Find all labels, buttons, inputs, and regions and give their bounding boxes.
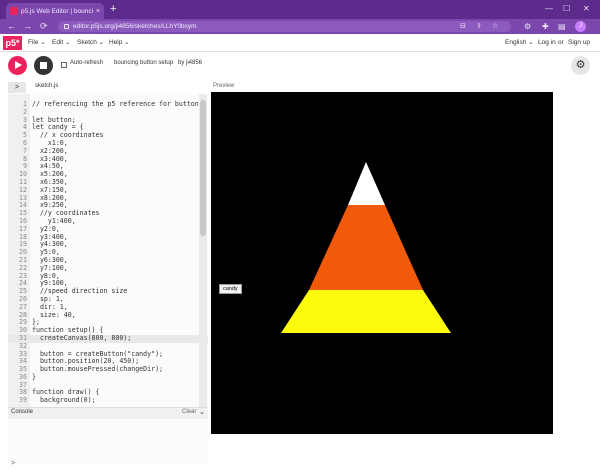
address-bar[interactable]: editor.p5js.org/ji4856/sketches/LLhY0bsy… — [58, 21, 511, 32]
sketch-canvas[interactable] — [211, 92, 553, 434]
lock-icon — [64, 24, 69, 29]
code-text[interactable]: background(0); — [32, 396, 96, 405]
install-icon[interactable]: ⊟ — [460, 21, 466, 32]
bookmark-star-icon[interactable]: ☆ — [492, 21, 498, 32]
auto-refresh-checkbox[interactable] — [61, 62, 67, 68]
menu-edit[interactable]: Edit ⌄ — [52, 34, 70, 52]
console-output — [8, 419, 208, 463]
close-window-icon[interactable]: ✕ — [583, 3, 590, 15]
code-text[interactable]: button.mousePressed(changeDir); — [32, 365, 163, 374]
console-label: Console — [11, 409, 34, 415]
profile-avatar[interactable]: J — [575, 21, 586, 32]
forward-icon[interactable]: → — [23, 19, 32, 34]
code-line[interactable]: 31 createCanvas(800, 800); — [8, 334, 208, 343]
back-icon[interactable]: ← — [7, 19, 16, 34]
reload-icon[interactable]: ⟳ — [40, 19, 48, 34]
code-text[interactable]: createCanvas(800, 800); — [32, 334, 131, 343]
menu-help[interactable]: Help ⌄ — [109, 34, 130, 52]
language-select[interactable]: English ⌄ — [505, 34, 534, 52]
browser-toolbar: ← → ⟳ editor.p5js.org/ji4856/sketches/LL… — [0, 19, 600, 34]
reading-list-icon[interactable]: ▤ — [558, 19, 566, 34]
preview-label: Preview — [213, 83, 235, 89]
extension-icon[interactable]: ⚙ — [524, 19, 531, 34]
console-clear-button[interactable]: Clear — [182, 409, 196, 415]
code-editor[interactable]: 1// referencing the p5 reference for but… — [8, 94, 208, 407]
menu-sketch[interactable]: Sketch ⌄ — [77, 34, 104, 52]
code-text[interactable]: } — [32, 373, 36, 382]
code-line[interactable]: 36} — [8, 373, 208, 382]
minimize-icon[interactable]: — — [545, 3, 553, 15]
console-collapse-icon[interactable]: ⌄ — [199, 408, 205, 416]
settings-gear-icon[interactable]: ⚙ — [571, 56, 590, 75]
candy-white-tip — [348, 162, 385, 205]
puzzle-icon[interactable]: ✚ — [542, 19, 549, 34]
console-header — [8, 407, 208, 419]
p5-logo[interactable]: p5* — [3, 36, 22, 50]
tab-title: p5.js Web Editor | bouncing butt — [21, 7, 93, 15]
sketch-name[interactable]: bouncing button setup — [114, 60, 173, 66]
new-tab-button[interactable]: + — [110, 3, 116, 16]
sketch-author[interactable]: by ji4856 — [178, 60, 202, 66]
code-line[interactable]: 35 button.mousePressed(changeDir); — [8, 365, 208, 374]
expand-sidebar-button[interactable]: > — [8, 82, 26, 93]
tab-close-icon[interactable]: × — [96, 8, 100, 15]
or-text: or — [558, 39, 564, 46]
maximize-icon[interactable]: ☐ — [563, 3, 570, 15]
stop-button[interactable] — [34, 56, 53, 75]
sketch-toolbar — [0, 52, 600, 80]
file-tab[interactable]: sketch.js — [35, 83, 58, 89]
share-icon[interactable]: ⇪ — [476, 21, 482, 32]
code-line[interactable]: 1// referencing the p5 reference for but… — [8, 100, 208, 109]
menu-file[interactable]: File ⌄ — [28, 34, 46, 52]
line-number: 39 — [19, 396, 27, 405]
editor-scroll-thumb[interactable] — [200, 100, 206, 236]
url-text: editor.p5js.org/ji4856/sketches/LLhY0bsy… — [73, 23, 197, 30]
code-lines[interactable]: 1// referencing the p5 reference for but… — [8, 100, 208, 405]
candy-yellow-layer — [281, 290, 451, 333]
p5-favicon-icon — [10, 7, 18, 15]
console-prompt[interactable]: > — [11, 460, 15, 467]
candy-orange-layer — [309, 205, 423, 290]
code-text[interactable]: // referencing the p5 reference for butt… — [32, 100, 199, 109]
candy-corn-drawing — [281, 162, 451, 333]
browser-tab[interactable]: p5.js Web Editor | bouncing butt × — [6, 3, 104, 19]
candy-button[interactable]: candy — [219, 284, 242, 294]
signup-link[interactable]: Sign up — [568, 34, 590, 52]
code-line[interactable]: 39 background(0); — [8, 396, 208, 405]
play-button[interactable] — [8, 56, 27, 75]
auto-refresh-label: Auto-refresh — [70, 60, 104, 66]
login-link[interactable]: Log in — [538, 34, 556, 52]
